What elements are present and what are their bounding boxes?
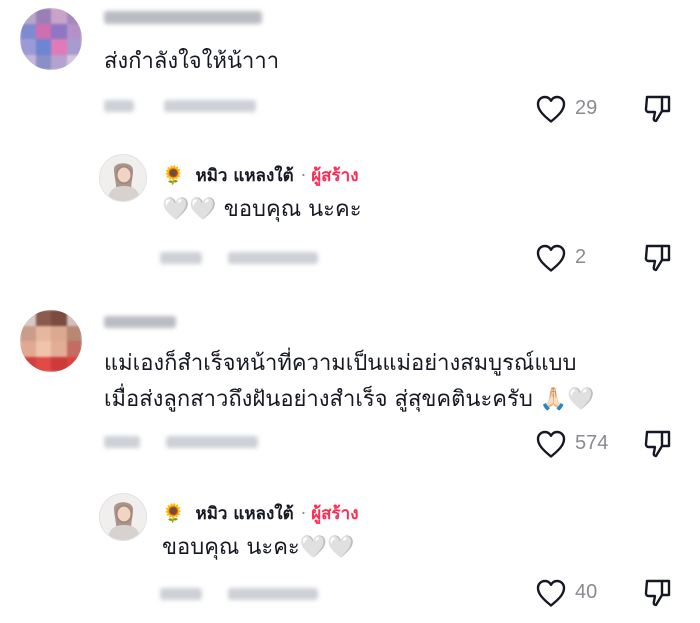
thumbs-down-icon[interactable]	[642, 577, 674, 609]
creator-name[interactable]: หมิว แหลงใต้	[196, 166, 294, 186]
timestamp-blurred	[160, 252, 202, 264]
like-count: 574	[575, 432, 609, 454]
heart-outline-icon	[536, 430, 566, 458]
reply-link-blurred[interactable]	[166, 436, 258, 448]
comment-text: ส่งกำลังใจให้น้าาา	[104, 49, 280, 74]
like-button[interactable]: 574	[535, 428, 645, 460]
like-button[interactable]: 2	[535, 242, 645, 274]
thumbs-down-icon[interactable]	[642, 242, 674, 274]
comment-text-line1: แม่เองก็สำเร็จหน้าที่ความเป็นแม่อย่างสมบ…	[104, 351, 577, 376]
creator-name[interactable]: หมิว แหลงใต้	[196, 504, 294, 524]
creator-badge: ผู้สร้าง	[311, 166, 359, 186]
creator-avatar[interactable]	[99, 154, 147, 202]
reply-link-blurred[interactable]	[164, 100, 256, 112]
avatar[interactable]	[20, 8, 82, 70]
thumbs-down-icon[interactable]	[642, 93, 674, 125]
comment-text-line2: เมื่อส่งลูกสาวถึงฝันอย่างสำเร็จ สู่สุขคต…	[104, 387, 595, 412]
like-button[interactable]: 40	[535, 577, 645, 609]
avatar[interactable]	[20, 310, 82, 372]
like-count: 2	[575, 246, 587, 268]
sunflower-emoji: 🌻	[162, 165, 185, 186]
creator-badge: ผู้สร้าง	[311, 504, 359, 524]
username-blurred[interactable]	[104, 11, 262, 24]
heart-outline-icon	[536, 95, 566, 123]
thumbs-down-icon[interactable]	[642, 428, 674, 460]
timestamp-blurred	[104, 436, 140, 448]
timestamp-blurred	[104, 100, 134, 112]
heart-outline-icon	[536, 579, 566, 607]
creator-avatar[interactable]	[99, 493, 147, 541]
reply-link-blurred[interactable]	[228, 252, 318, 264]
reply-link-blurred[interactable]	[228, 588, 318, 600]
reply-text: ขอบคุณ นะคะ🤍🤍	[162, 535, 355, 560]
like-button[interactable]: 29	[535, 93, 645, 125]
sunflower-emoji: 🌻	[162, 503, 185, 524]
reply-text: 🤍🤍 ขอบคุณ นะคะ	[162, 197, 362, 222]
separator: ·	[300, 504, 307, 524]
separator: ·	[300, 166, 307, 186]
like-count: 29	[575, 97, 598, 119]
heart-outline-icon	[536, 244, 566, 272]
reply-header: 🌻 หมิว แหลงใต้ · ผู้สร้าง	[162, 162, 359, 189]
username-blurred[interactable]	[104, 316, 176, 328]
timestamp-blurred	[160, 588, 202, 600]
reply-header: 🌻 หมิว แหลงใต้ · ผู้สร้าง	[162, 500, 359, 527]
like-count: 40	[575, 581, 598, 603]
